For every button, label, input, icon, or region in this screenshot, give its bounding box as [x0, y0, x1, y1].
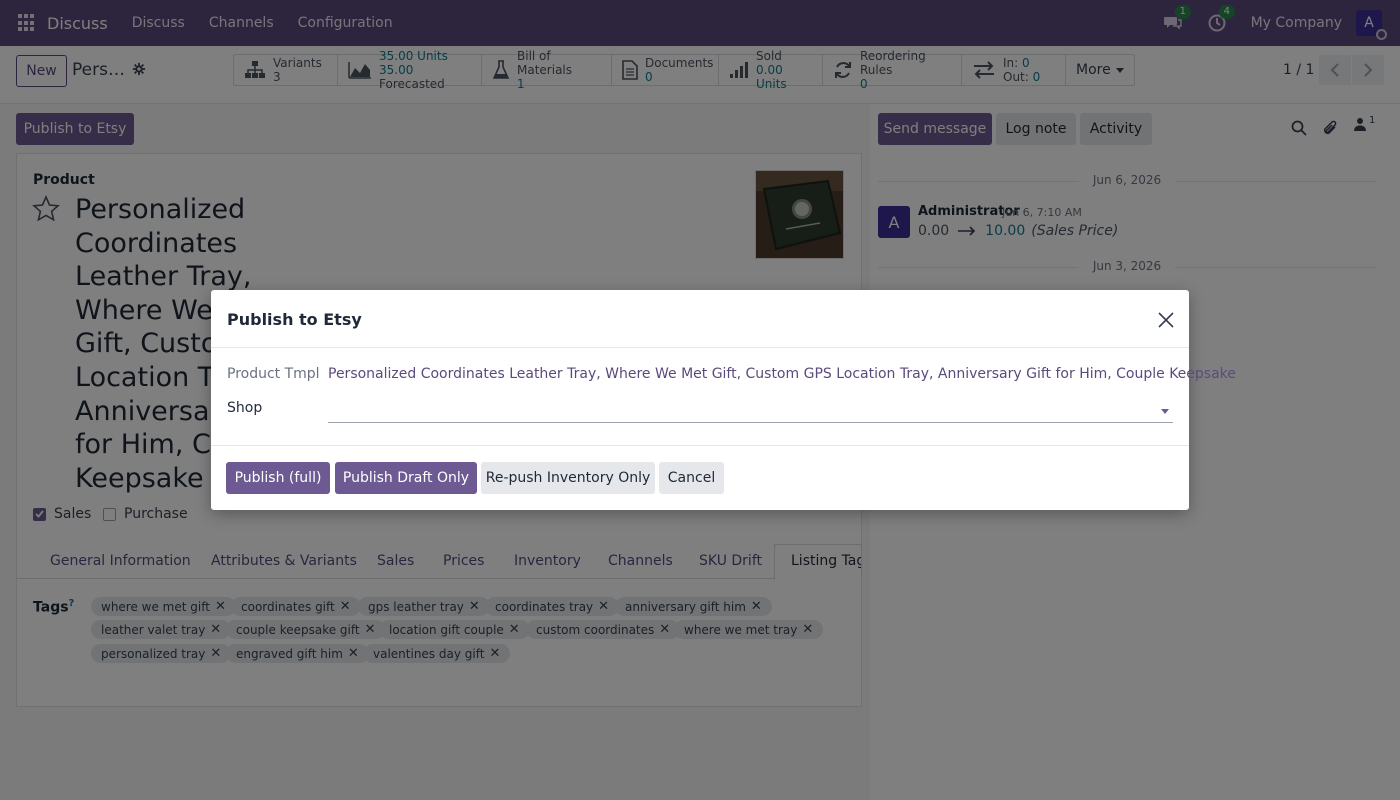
publish-to-etsy-dialog: Publish to Etsy Product Tmpl Personalize…	[211, 290, 1236, 510]
repush-inventory-button[interactable]: Re-push Inventory Only	[481, 462, 655, 494]
dialog-title: Publish to Etsy	[227, 310, 362, 329]
product-tmpl-link[interactable]: Personalized Coordinates Leather Tray, W…	[328, 366, 1236, 382]
dialog-header-divider	[211, 347, 1189, 348]
dialog-footer-divider	[211, 445, 1189, 446]
caret-down-icon	[1161, 409, 1169, 414]
product-tmpl-label: Product Tmpl	[227, 366, 320, 382]
publish-draft-button[interactable]: Publish Draft Only	[335, 462, 477, 494]
publish-full-button[interactable]: Publish (full)	[226, 462, 330, 494]
shop-select-input[interactable]	[328, 396, 1173, 423]
close-icon[interactable]	[1156, 310, 1176, 330]
cancel-button[interactable]: Cancel	[659, 462, 724, 494]
shop-label: Shop	[227, 400, 263, 416]
